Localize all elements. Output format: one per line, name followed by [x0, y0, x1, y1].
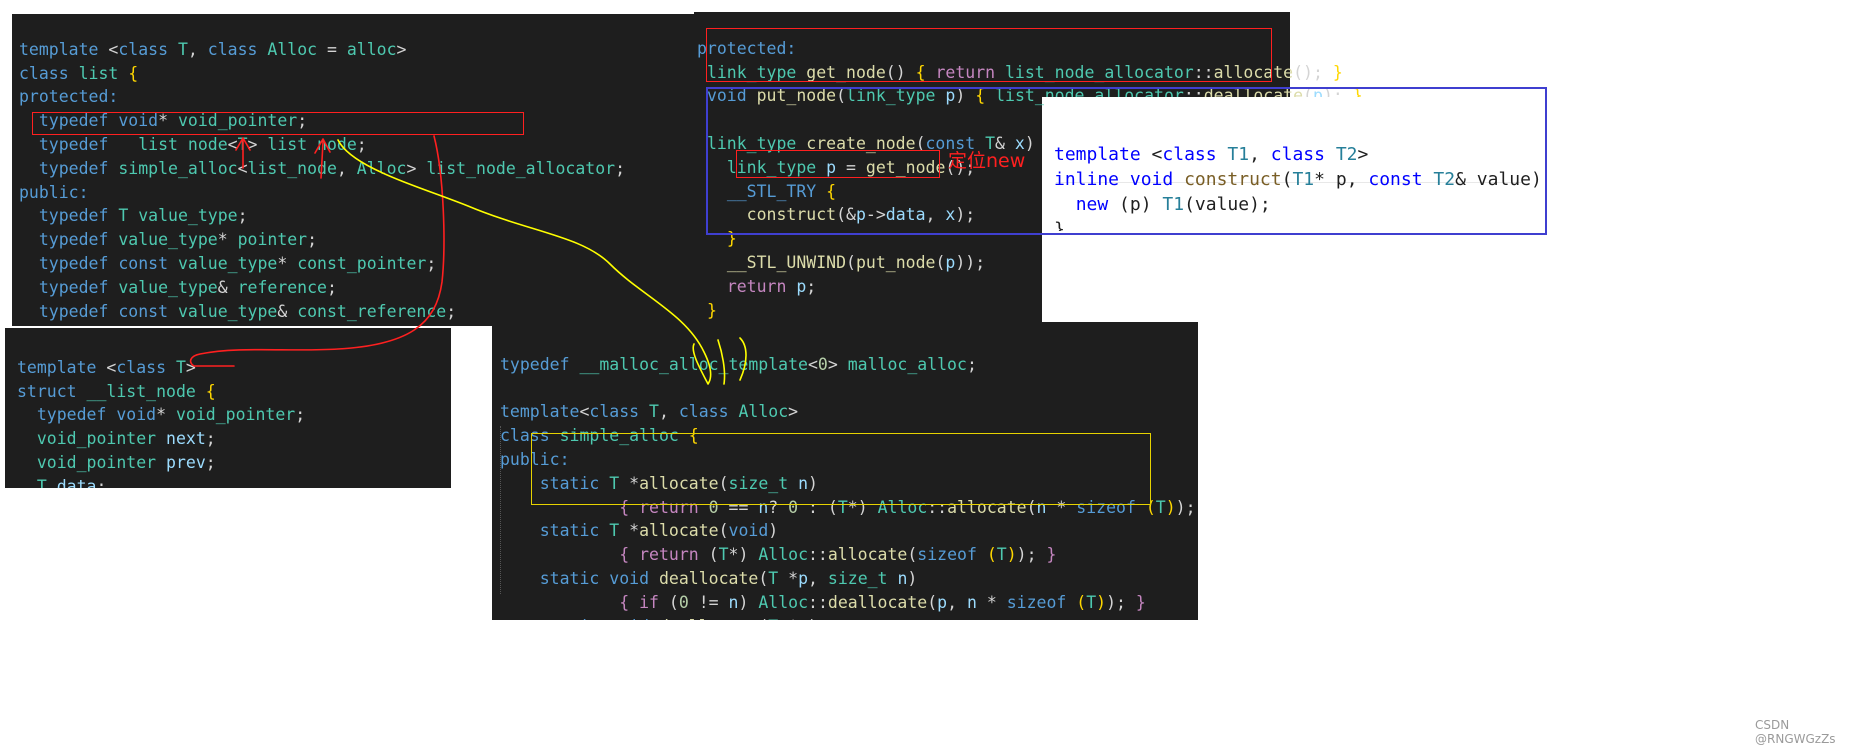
red-arrow-list-node [235, 137, 251, 169]
yellow-connector-to-simple-alloc [337, 139, 747, 385]
red-arrow-alloc [314, 138, 331, 179]
annotation-arrows [189, 135, 747, 385]
red-connector-to-list-node [189, 135, 445, 367]
